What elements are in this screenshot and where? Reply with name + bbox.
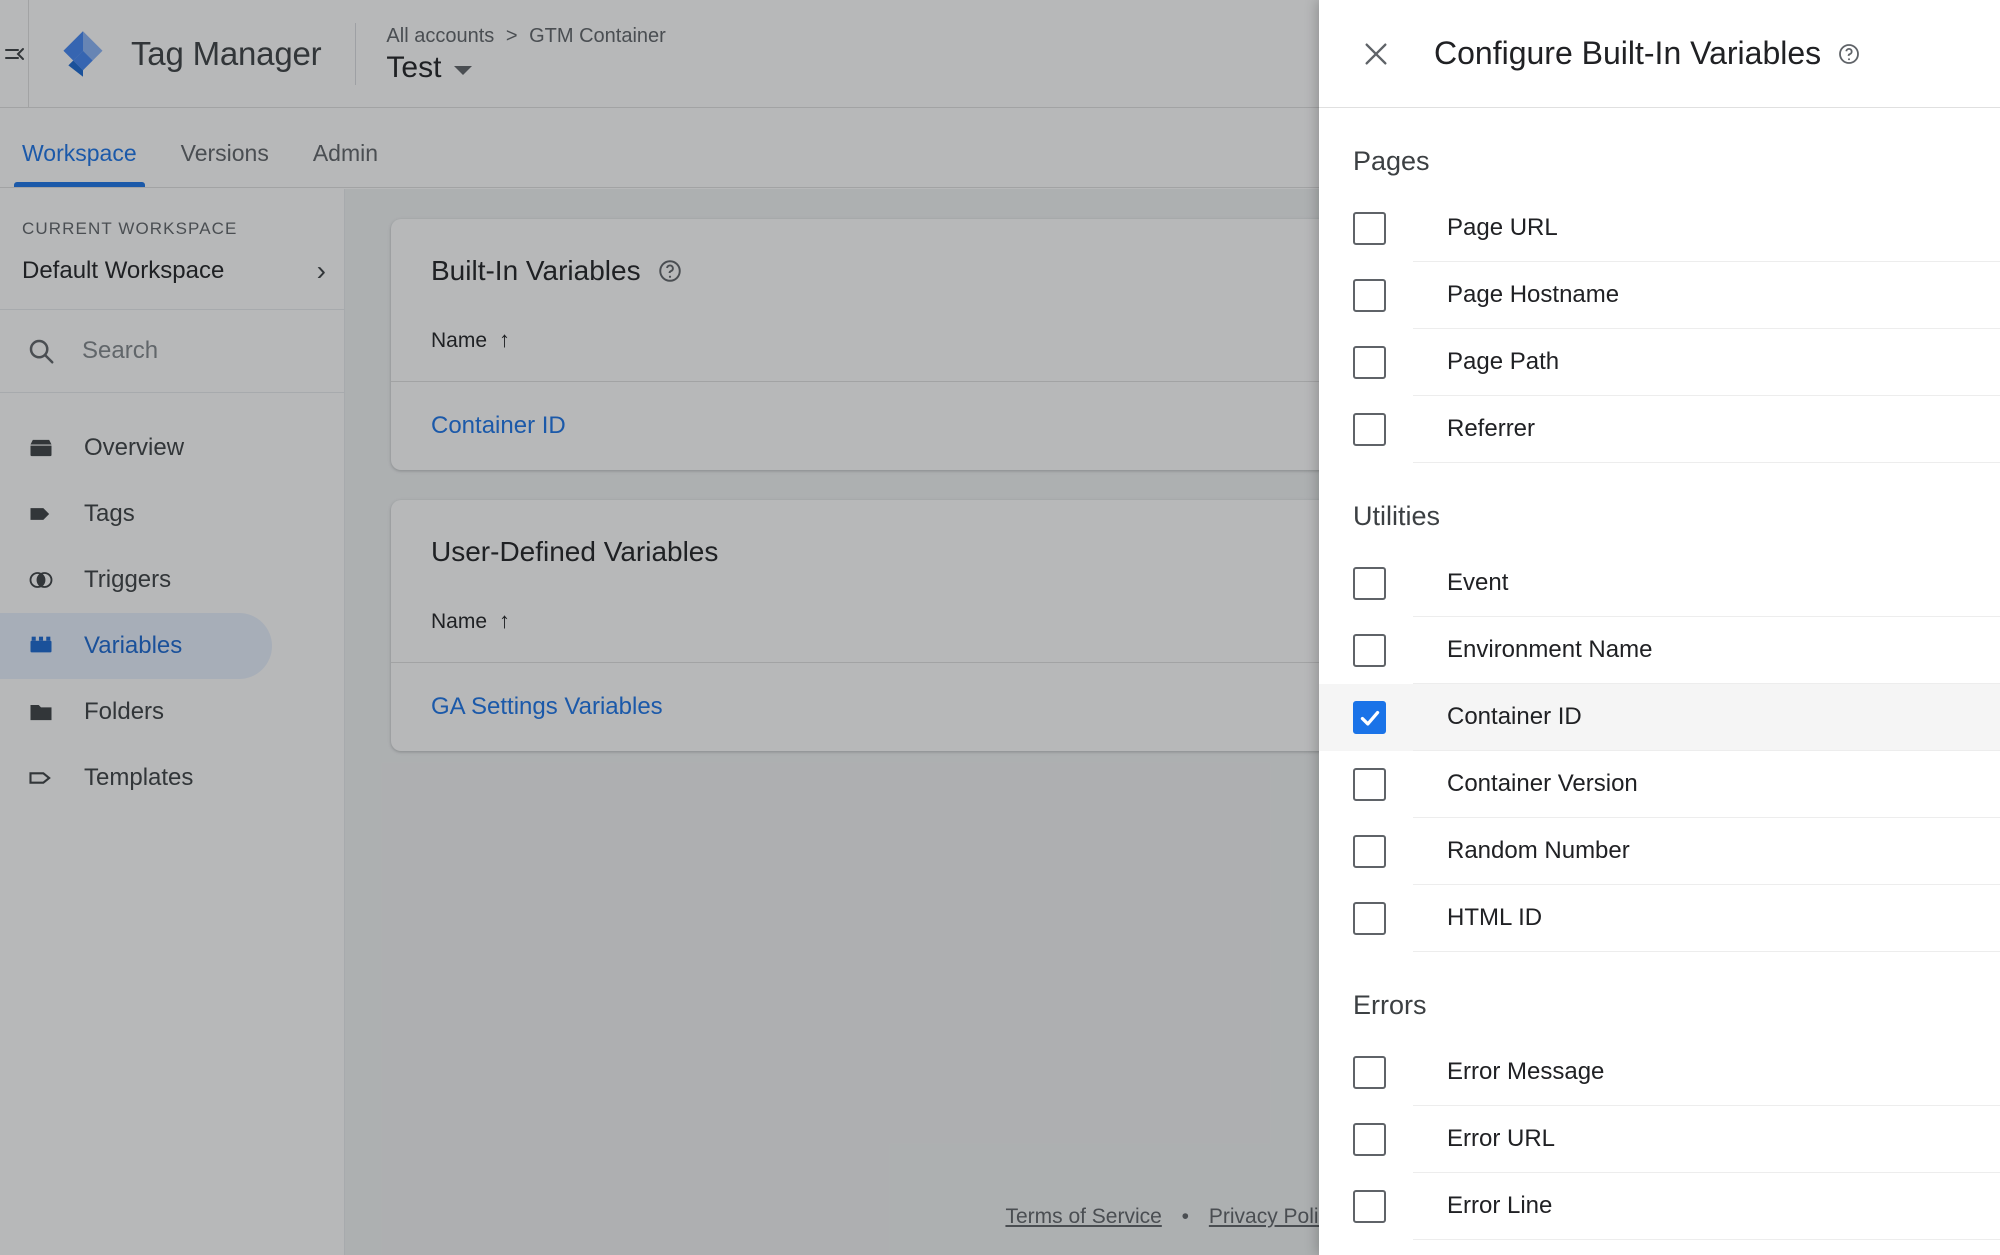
checkbox-row-page-path[interactable]: Page Path (1319, 329, 2000, 396)
checkbox-row-error-url[interactable]: Error URL (1319, 1106, 2000, 1173)
checkbox-label: Error Message (1413, 1039, 2000, 1106)
checkbox-label: Event (1413, 550, 2000, 617)
checkbox-row-event[interactable]: Event (1319, 550, 2000, 617)
close-icon[interactable] (1353, 31, 1399, 77)
checkbox-label: Random Number (1413, 818, 2000, 885)
group-title-pages: Pages (1353, 146, 1430, 176)
checkbox-unchecked-icon[interactable] (1353, 1123, 1386, 1156)
checkbox-unchecked-icon[interactable] (1353, 279, 1386, 312)
checkbox-row-page-url[interactable]: Page URL (1319, 195, 2000, 262)
checkbox-label: HTML ID (1413, 885, 2000, 952)
checkbox-row-page-hostname[interactable]: Page Hostname (1319, 262, 2000, 329)
help-icon[interactable] (1837, 42, 1861, 66)
checkbox-unchecked-icon[interactable] (1353, 1190, 1386, 1223)
panel-title: Configure Built-In Variables (1434, 35, 1822, 71)
checkbox-unchecked-icon[interactable] (1353, 634, 1386, 667)
group-title-utilities: Utilities (1353, 501, 1441, 531)
checkbox-unchecked-icon[interactable] (1353, 346, 1386, 379)
checkbox-row-error-message[interactable]: Error Message (1319, 1039, 2000, 1106)
checkbox-row-html-id[interactable]: HTML ID (1319, 885, 2000, 952)
checkbox-label: Container Version (1413, 751, 2000, 818)
checkbox-row-container-version[interactable]: Container Version (1319, 751, 2000, 818)
checkbox-label: Environment Name (1413, 617, 2000, 684)
checkbox-row-container-id[interactable]: Container ID (1319, 684, 2000, 751)
configure-builtin-variables-panel: Configure Built-In Variables Pages Page … (1319, 0, 2000, 1255)
checkbox-unchecked-icon[interactable] (1353, 835, 1386, 868)
checkbox-unchecked-icon[interactable] (1353, 768, 1386, 801)
checkbox-label: Error URL (1413, 1106, 2000, 1173)
checkbox-row-environment-name[interactable]: Environment Name (1319, 617, 2000, 684)
checkbox-unchecked-icon[interactable] (1353, 413, 1386, 446)
checkbox-unchecked-icon[interactable] (1353, 567, 1386, 600)
checkbox-row-referrer[interactable]: Referrer (1319, 396, 2000, 463)
panel-header: Configure Built-In Variables (1319, 0, 2000, 108)
panel-body: Pages Page URL Page Hostname Page Path R… (1319, 108, 2000, 1255)
checkbox-label: Container ID (1413, 684, 2000, 751)
checkbox-unchecked-icon[interactable] (1353, 902, 1386, 935)
checkbox-checked-icon[interactable] (1353, 701, 1386, 734)
checkbox-label: Page Path (1413, 329, 2000, 396)
checkbox-unchecked-icon[interactable] (1353, 1056, 1386, 1089)
checkbox-label: Page URL (1413, 195, 2000, 262)
checkbox-label: Error Line (1413, 1173, 2000, 1240)
checkbox-label: Referrer (1413, 396, 2000, 463)
checkbox-row-error-line[interactable]: Error Line (1319, 1173, 2000, 1240)
group-title-errors: Errors (1353, 990, 1427, 1020)
checkbox-row-random-number[interactable]: Random Number (1319, 818, 2000, 885)
checkbox-label: Page Hostname (1413, 262, 2000, 329)
checkbox-unchecked-icon[interactable] (1353, 212, 1386, 245)
screen-root: Tag Manager All accounts > GTM Container… (0, 0, 2000, 1255)
